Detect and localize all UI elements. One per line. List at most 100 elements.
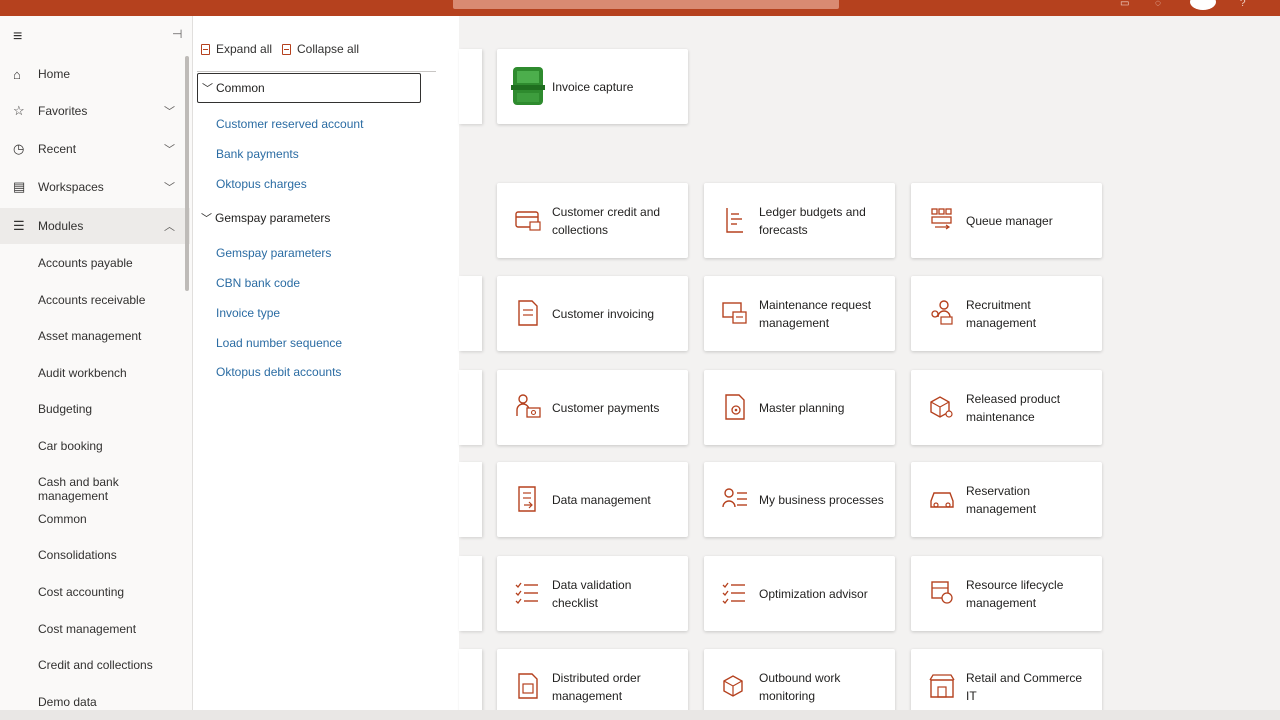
tile-workspace[interactable]: Data validation checklist <box>497 556 688 631</box>
tile-workspace[interactable]: My business processes <box>704 462 895 537</box>
module-item[interactable]: Consolidations <box>38 548 117 562</box>
search-input[interactable] <box>453 0 839 9</box>
clock-icon: ◷ <box>13 141 25 156</box>
credit-card-icon <box>515 211 541 231</box>
nav-item-label: Home <box>38 67 71 81</box>
module-item[interactable]: Credit and collections <box>38 658 153 672</box>
help-icon[interactable]: ? <box>1240 0 1246 9</box>
module-item[interactable]: Accounts payable <box>38 256 133 270</box>
chevron-down-icon: ﹀ <box>201 213 212 225</box>
chat-icon[interactable]: ▭ <box>1120 0 1129 9</box>
tile-workspace[interactable]: Queue manager <box>911 183 1102 258</box>
flyout-link[interactable]: Bank payments <box>216 147 299 161</box>
tile-partial[interactable] <box>459 370 482 445</box>
nav-item-recent[interactable]: ◷ Recent ﹀ <box>0 131 190 167</box>
tile-label: Reservation management <box>966 483 1037 516</box>
tile-label: Customer payments <box>552 400 660 415</box>
flyout-link[interactable]: Load number sequence <box>216 336 342 350</box>
pin-icon[interactable]: ⊣ <box>172 27 182 41</box>
module-item[interactable]: Asset management <box>38 329 141 343</box>
flyout-link[interactable]: Customer reserved account <box>216 117 363 131</box>
tile-label: Data management <box>552 492 651 507</box>
person-list-icon <box>722 488 747 508</box>
group-title: Gemspay parameters <box>215 211 331 225</box>
tile-partial[interactable] <box>459 49 482 124</box>
navigation-pane: ≡ ⊣ ⌂ Home ☆ Favorites ﹀ ◷ Recent ﹀ ▤ Wo… <box>0 16 193 710</box>
tile-partial[interactable] <box>459 276 482 351</box>
tile-workspace[interactable]: Data management <box>497 462 688 537</box>
module-item[interactable]: Common <box>38 512 87 526</box>
tile-workspace[interactable]: Customer payments <box>497 370 688 445</box>
resource-icon <box>931 581 953 604</box>
home-icon: ⌂ <box>13 66 21 82</box>
recruitment-icon <box>931 300 953 325</box>
tile-workspace[interactable]: Optimization advisor <box>704 556 895 631</box>
payment-person-icon <box>516 394 541 418</box>
nav-item-label: Favorites <box>38 104 88 118</box>
tile-workspace[interactable]: Recruitment management <box>911 276 1102 351</box>
group-header-common[interactable]: ﹀ Common <box>197 73 421 103</box>
expand-icon <box>201 43 210 55</box>
tile-label: Master planning <box>759 400 845 415</box>
flyout-link[interactable]: Gemspay parameters <box>216 246 331 260</box>
tile-workspace[interactable]: Resource lifecycle management <box>911 556 1102 631</box>
flyout-link[interactable]: Invoice type <box>216 306 280 320</box>
tile-workspace[interactable]: Customer credit and collections <box>497 183 688 258</box>
modules-icon: ☰ <box>13 218 25 233</box>
tile-label: Released product maintenance <box>966 391 1061 424</box>
tile-label: Outbound work monitoring <box>759 670 841 703</box>
checklist-icon <box>515 582 538 604</box>
hamburger-menu-icon[interactable]: ≡ <box>13 28 22 46</box>
nav-item-home[interactable]: ⌂ Home <box>0 56 190 92</box>
nav-item-label: Recent <box>38 142 77 156</box>
flyout-link[interactable]: Oktopus charges <box>216 177 307 191</box>
tile-label: Queue manager <box>966 213 1053 228</box>
tile-workspace[interactable]: Ledger budgets and forecasts <box>704 183 895 258</box>
tile-partial[interactable] <box>459 556 482 631</box>
divider <box>197 71 436 72</box>
store-icon <box>929 674 955 698</box>
group-header-gemspay[interactable]: ﹀ Gemspay parameters <box>197 203 421 233</box>
collapse-all-button[interactable]: Collapse all <box>282 42 359 56</box>
chevron-down-icon: ﹀ <box>164 182 175 194</box>
module-item[interactable]: Cost management <box>38 622 136 636</box>
tile-label: Customer credit and collections <box>552 204 661 237</box>
tile-workspace[interactable]: Reservation management <box>911 462 1102 537</box>
tile-invoice-capture[interactable]: Invoice capture <box>497 49 688 124</box>
nav-item-modules[interactable]: ☰ Modules ︿ <box>0 208 190 244</box>
module-item[interactable]: Car booking <box>38 439 103 453</box>
module-flyout: Expand all Collapse all ﹀ Common Custome… <box>193 16 459 710</box>
avatar[interactable] <box>1190 0 1216 10</box>
tile-workspace[interactable]: Maintenance request management <box>704 276 895 351</box>
planning-gear-icon <box>725 394 745 420</box>
flyout-link[interactable]: CBN bank code <box>216 276 300 290</box>
car-icon <box>930 492 954 508</box>
module-item[interactable]: Accounts receivable <box>38 293 145 307</box>
tile-label: Retail and Commerce IT <box>966 670 1083 703</box>
module-item[interactable]: Budgeting <box>38 402 92 416</box>
module-item[interactable]: Audit workbench <box>38 366 127 380</box>
tile-partial[interactable] <box>459 462 482 537</box>
nav-scrollbar[interactable] <box>185 56 189 291</box>
tile-workspace[interactable]: Customer invoicing <box>497 276 688 351</box>
chevron-up-icon: ︿ <box>164 221 175 233</box>
tile-workspace[interactable]: Released product maintenance <box>911 370 1102 445</box>
checklist-icon <box>722 582 745 604</box>
flyout-link[interactable]: Oktopus debit accounts <box>216 365 341 379</box>
nav-item-favorites[interactable]: ☆ Favorites ﹀ <box>0 93 190 129</box>
invoice-capture-icon <box>511 67 545 105</box>
workspaces-icon: ▤ <box>13 179 26 194</box>
tile-workspace[interactable]: Master planning <box>704 370 895 445</box>
product-box-icon <box>930 396 953 418</box>
bottom-strip <box>0 710 1280 720</box>
package-icon <box>723 675 743 697</box>
data-management-icon <box>518 486 536 512</box>
module-item[interactable]: Cash and bank management <box>38 475 192 503</box>
star-icon: ☆ <box>13 103 25 118</box>
module-item[interactable]: Cost accounting <box>38 585 124 599</box>
settings-icon[interactable]: ◌ <box>1155 0 1161 9</box>
module-item[interactable]: Demo data <box>38 695 97 709</box>
chevron-down-icon: ﹀ <box>164 106 175 118</box>
expand-all-button[interactable]: Expand all <box>201 42 272 56</box>
nav-item-workspaces[interactable]: ▤ Workspaces ﹀ <box>0 169 190 205</box>
